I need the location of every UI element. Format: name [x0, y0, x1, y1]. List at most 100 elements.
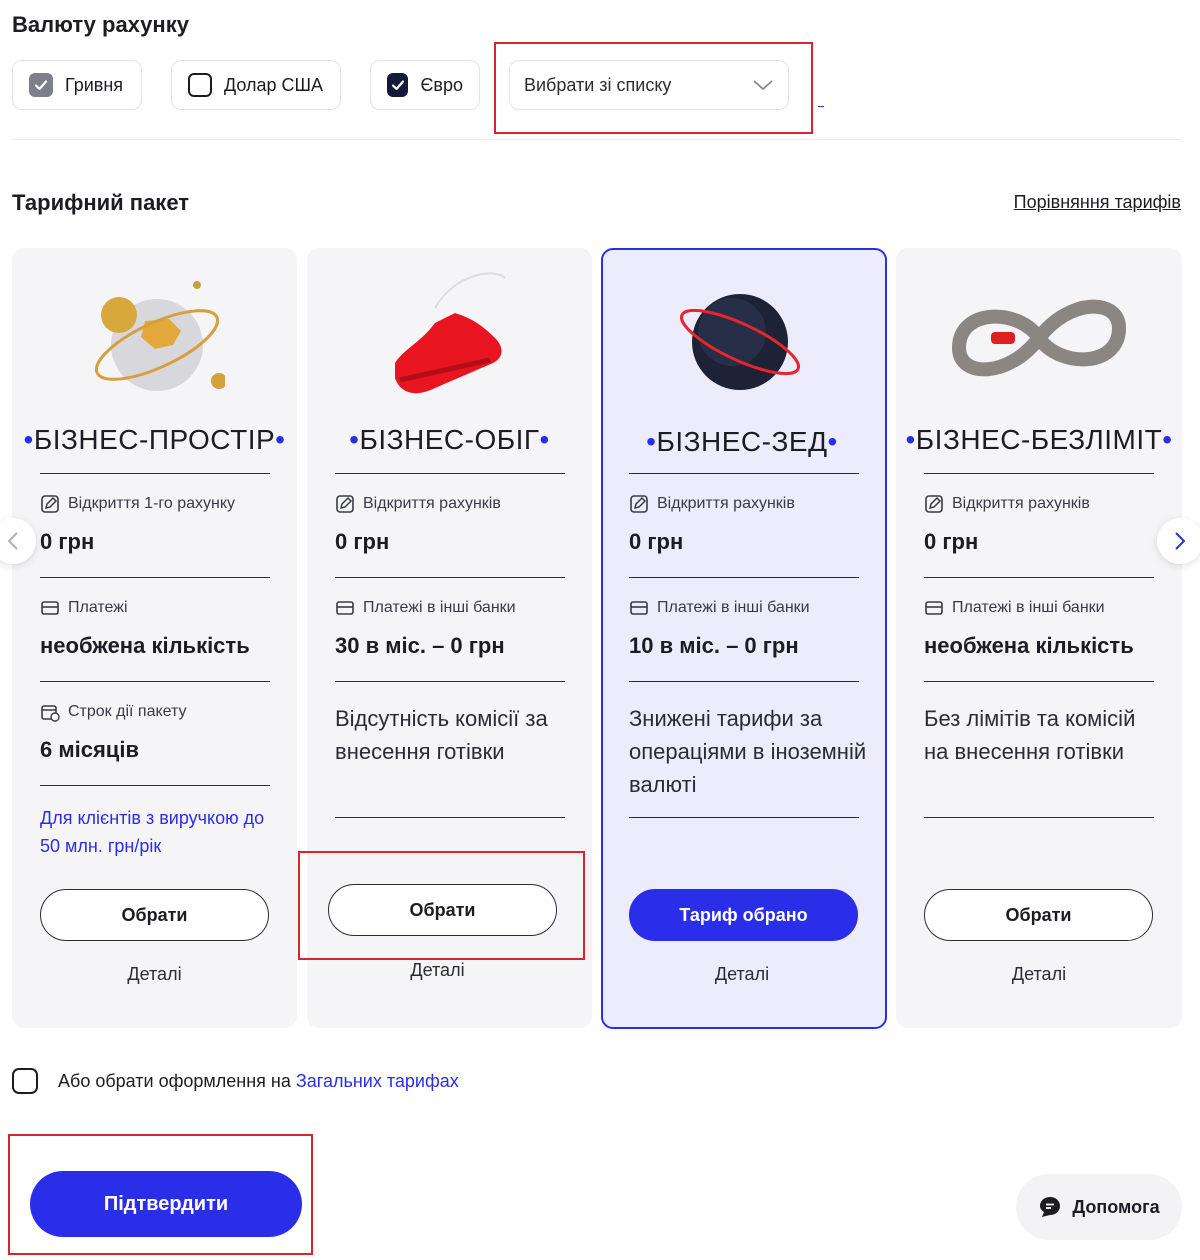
- currency-option-uah[interactable]: Гривня: [12, 60, 142, 110]
- tariff-card-biznes-zed[interactable]: •БІЗНЕС-ЗЕД• Відкриття рахунків 0 грн Пл…: [601, 248, 887, 1029]
- feature-label: Платежі в інші банки: [629, 598, 810, 618]
- feature-label-text: Платежі в інші банки: [952, 599, 1105, 616]
- general-text: Або обрати оформлення на: [58, 1070, 291, 1091]
- general-tariffs-option[interactable]: Або обрати оформлення на Загальних тариф…: [12, 1068, 459, 1094]
- checkbox-checked-icon: [29, 73, 53, 97]
- compare-tariffs-link[interactable]: Порівняння тарифів: [1014, 192, 1181, 213]
- divider: [40, 577, 270, 578]
- feature-value: 0 грн: [924, 529, 979, 554]
- carousel-next-button[interactable]: [1157, 518, 1200, 564]
- general-tariffs-text: Або обрати оформлення на Загальних тариф…: [58, 1071, 459, 1092]
- divider: [629, 681, 859, 682]
- divider: [335, 817, 565, 818]
- help-label: Допомога: [1072, 1196, 1160, 1217]
- general-tariffs-link[interactable]: Загальних тарифах: [296, 1071, 459, 1091]
- divider: [924, 681, 1154, 682]
- confirm-button[interactable]: Підтвердити: [30, 1171, 302, 1237]
- details-link[interactable]: Деталі: [601, 964, 883, 985]
- tariff-name: •БІЗНЕС-ПРОСТІР•: [23, 424, 286, 455]
- tariff-name: •БІЗНЕС-БЕЗЛІМІТ•: [905, 424, 1173, 455]
- divider: [629, 577, 859, 578]
- divider: [924, 577, 1154, 578]
- divider: [629, 817, 859, 818]
- feature-label: Відкриття рахунків: [924, 494, 1090, 514]
- currency-title: Валюту рахунку: [12, 12, 189, 37]
- chevron-left-icon: [7, 532, 18, 550]
- feature-value: 10 в міс. – 0 грн: [629, 633, 799, 658]
- checkbox-empty-icon[interactable]: [12, 1068, 38, 1094]
- feature-value: необжена кількість: [40, 633, 250, 658]
- divider: [40, 473, 270, 474]
- checkbox-empty-icon: [188, 73, 212, 97]
- tariff-card-biznes-bezlimit[interactable]: •БІЗНЕС-БЕЗЛІМІТ• Відкриття рахунків 0 г…: [896, 248, 1182, 1028]
- feature-value: 0 грн: [629, 529, 684, 554]
- annotation-box: [494, 42, 813, 134]
- currency-option-usd[interactable]: Долар США: [171, 60, 341, 110]
- help-button[interactable]: Допомога: [1016, 1174, 1182, 1240]
- divider: [40, 681, 270, 682]
- divider: [335, 681, 565, 682]
- revenue-note: Для клієнтів з виручкою до 50 млн. грн/р…: [40, 808, 265, 856]
- divider: [924, 817, 1154, 818]
- edit-icon: [41, 495, 59, 513]
- feature-label: Платежі: [40, 598, 128, 618]
- card-icon: [630, 601, 648, 615]
- feature-label-text: Відкриття 1-го рахунку: [68, 495, 236, 512]
- divider: [40, 785, 270, 786]
- feature-label-text: Відкриття рахунків: [952, 495, 1090, 512]
- edit-icon: [925, 495, 943, 513]
- feature-value: 6 місяців: [40, 737, 139, 762]
- divider: [335, 473, 565, 474]
- feature-label-text: Відкриття рахунків: [657, 495, 795, 512]
- edit-icon: [630, 495, 648, 513]
- tariff-name: •БІЗНЕС-ОБІГ•: [349, 424, 550, 455]
- divider: [335, 577, 565, 578]
- feature-label-text: Платежі в інші банки: [657, 599, 810, 616]
- select-tariff-button[interactable]: Обрати: [924, 889, 1153, 941]
- chevron-right-icon: [1175, 532, 1186, 550]
- feature-value: 0 грн: [335, 529, 390, 554]
- tariff-description: Відсутність комісії за внесення готівки: [335, 706, 548, 764]
- edit-icon: [336, 495, 354, 513]
- tariff-card-biznes-prostir[interactable]: •БІЗНЕС-ПРОСТІР• Відкриття 1-го рахунку …: [12, 248, 297, 1028]
- feature-label-text: Строк дії пакету: [68, 703, 187, 720]
- decorative-underline: [818, 106, 824, 107]
- section-divider: [12, 139, 1182, 140]
- details-link[interactable]: Деталі: [12, 964, 297, 985]
- currency-option-label: Долар США: [224, 74, 324, 95]
- details-link[interactable]: Деталі: [896, 964, 1182, 985]
- tariff-title: Тарифний пакет: [12, 190, 190, 215]
- globe-illustration: [12, 258, 297, 418]
- divider: [924, 473, 1154, 474]
- divider: [629, 473, 859, 474]
- currency-option-label: Євро: [420, 74, 463, 95]
- tariff-description: Без лімітів та комісій на внесення готів…: [924, 706, 1136, 764]
- card-icon: [41, 601, 59, 615]
- feature-label: Строк дії пакету: [40, 702, 187, 722]
- feature-label: Платежі в інші банки: [924, 598, 1105, 618]
- currency-option-eur[interactable]: Євро: [370, 60, 480, 110]
- annotation-box: [298, 851, 585, 960]
- selected-tariff-button[interactable]: Тариф обрано: [629, 889, 858, 941]
- tariff-name: •БІЗНЕС-ЗЕД•: [646, 426, 838, 457]
- details-link[interactable]: Деталі: [295, 960, 580, 981]
- tariff-description: Знижені тарифи за операціями в іноземній…: [629, 706, 867, 797]
- checkbox-checked-icon: [387, 73, 409, 97]
- currency-option-label: Гривня: [65, 74, 124, 95]
- select-tariff-button[interactable]: Обрати: [40, 889, 269, 941]
- chat-icon: [1040, 1197, 1061, 1217]
- feature-value: 0 грн: [40, 529, 95, 554]
- feature-label: Відкриття 1-го рахунку: [40, 494, 235, 514]
- planet-illustration: [601, 260, 883, 420]
- sneaker-illustration: [307, 258, 592, 418]
- feature-value: 30 в міс. – 0 грн: [335, 633, 505, 658]
- feature-label-text: Відкриття рахунків: [363, 495, 501, 512]
- feature-label: Платежі в інші банки: [335, 598, 516, 618]
- feature-label-text: Платежі в інші банки: [363, 599, 516, 616]
- calendar-icon: [41, 705, 60, 722]
- card-icon: [925, 601, 943, 615]
- feature-label: Відкриття рахунків: [335, 494, 501, 514]
- card-icon: [336, 601, 354, 615]
- infinity-road-illustration: [896, 258, 1182, 418]
- feature-value: необжена кількість: [924, 633, 1134, 658]
